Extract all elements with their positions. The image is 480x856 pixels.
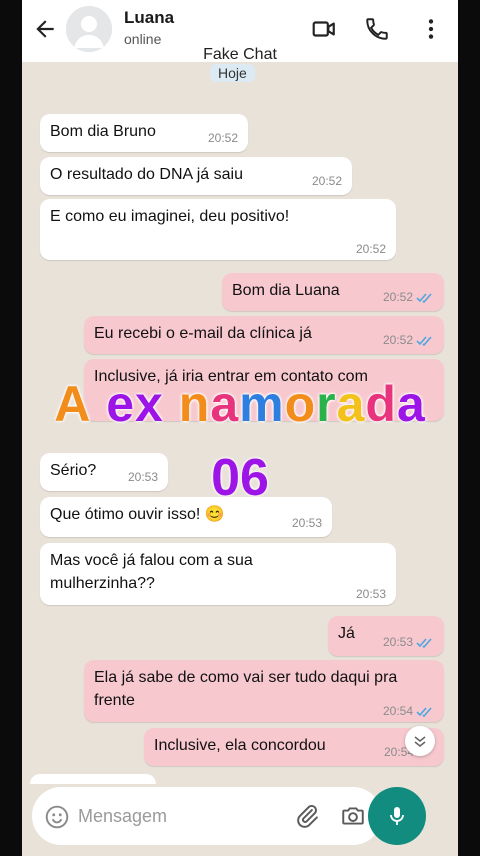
message-composer: Mensagem [32,787,382,845]
message-bubble[interactable]: O resultado do DNA já saiu 20:52 [40,157,352,195]
overlay-title-letter: e [106,376,136,432]
message-bubble[interactable]: Bom dia Bruno 20:52 [40,114,248,152]
overlay-title-letter: x [135,376,164,432]
message-text: Bom dia Luana [232,282,340,299]
overlay-title-letter [91,376,106,432]
message-time: 20:53 [383,636,434,651]
message-bubble[interactable]: Inclusive, ela concordou 20:54 [144,728,444,766]
message-text: O resultado do DNA já saiu [50,166,243,183]
message-time: 20:52 [383,291,434,306]
contact-status: online [124,31,162,47]
message-bubble[interactable]: Ela já sabe de como vai ser tudo daqui p… [84,660,444,722]
read-ticks-icon [416,293,432,303]
mic-button[interactable] [368,787,426,845]
overlay-title-letter: d [365,376,397,432]
read-ticks-icon [416,707,432,717]
message-text: Que ótimo ouvir isso! 😊 [50,506,225,523]
overlay-title-letter: a [396,376,426,432]
message-bubble[interactable]: E como eu imaginei, deu positivo! 20:52 [40,199,396,260]
overlay-episode: 06 [211,449,269,507]
overlay-title-letter: r [316,376,337,432]
phone-call-icon[interactable] [364,16,390,42]
message-text: Mas você já falou com a sua mulherzinha?… [50,552,253,592]
read-ticks-icon [416,336,432,346]
scroll-down-button[interactable] [405,726,435,756]
camera-icon[interactable] [340,803,366,829]
message-time: 20:54 [383,705,434,717]
message-text: Já [338,625,355,642]
message-text: Eu recebi o e-mail da clínica já [94,325,312,342]
video-call-icon[interactable] [311,16,337,42]
message-bubble[interactable]: Mas você já falou com a sua mulherzinha?… [40,543,396,605]
date-divider: Hoje [210,64,255,82]
back-arrow-icon[interactable] [32,16,58,42]
message-bubble[interactable]: Já 20:53 [328,616,444,656]
message-bubble[interactable]: Bom dia Luana 20:52 [222,273,444,311]
message-time: 20:52 [311,174,342,188]
overlay-title-letter: a [336,376,366,432]
overlay-title-letter: o [284,376,317,432]
message-input[interactable]: Mensagem [78,806,167,827]
message-text: Bom dia Bruno [50,123,156,140]
fake-chat-label: Fake Chat [203,46,277,63]
contact-name[interactable]: Luana [124,8,174,28]
message-time: 20:53 [355,587,386,601]
read-ticks-icon [416,638,432,648]
message-text: Inclusive, ela concordou [154,737,326,754]
overlay-title-letter: A [54,376,92,432]
partial-message-bubble [30,774,156,784]
message-text: Ela já sabe de como vai ser tudo daqui p… [94,669,398,709]
message-bubble[interactable]: Eu recebi o e-mail da clínica já 20:52 [84,316,444,354]
overlay-title-letter [164,376,179,432]
emoji-icon[interactable] [44,804,70,830]
message-time: 20:53 [291,516,322,530]
mic-icon [390,807,404,825]
message-time: 20:52 [383,334,434,349]
overlay-title-letter: a [210,376,240,432]
message-time: 20:52 [207,131,238,145]
overlay-title-letter: n [178,376,211,432]
chevron-down-icon [414,736,426,748]
message-time: 20:52 [355,242,386,256]
message-text: E como eu imaginei, deu positivo! [50,208,290,225]
overlay-title: A ex namorada [0,375,480,433]
overlay-title-letter: m [239,376,285,432]
attach-icon[interactable] [294,803,320,829]
more-vert-icon[interactable] [418,16,444,42]
